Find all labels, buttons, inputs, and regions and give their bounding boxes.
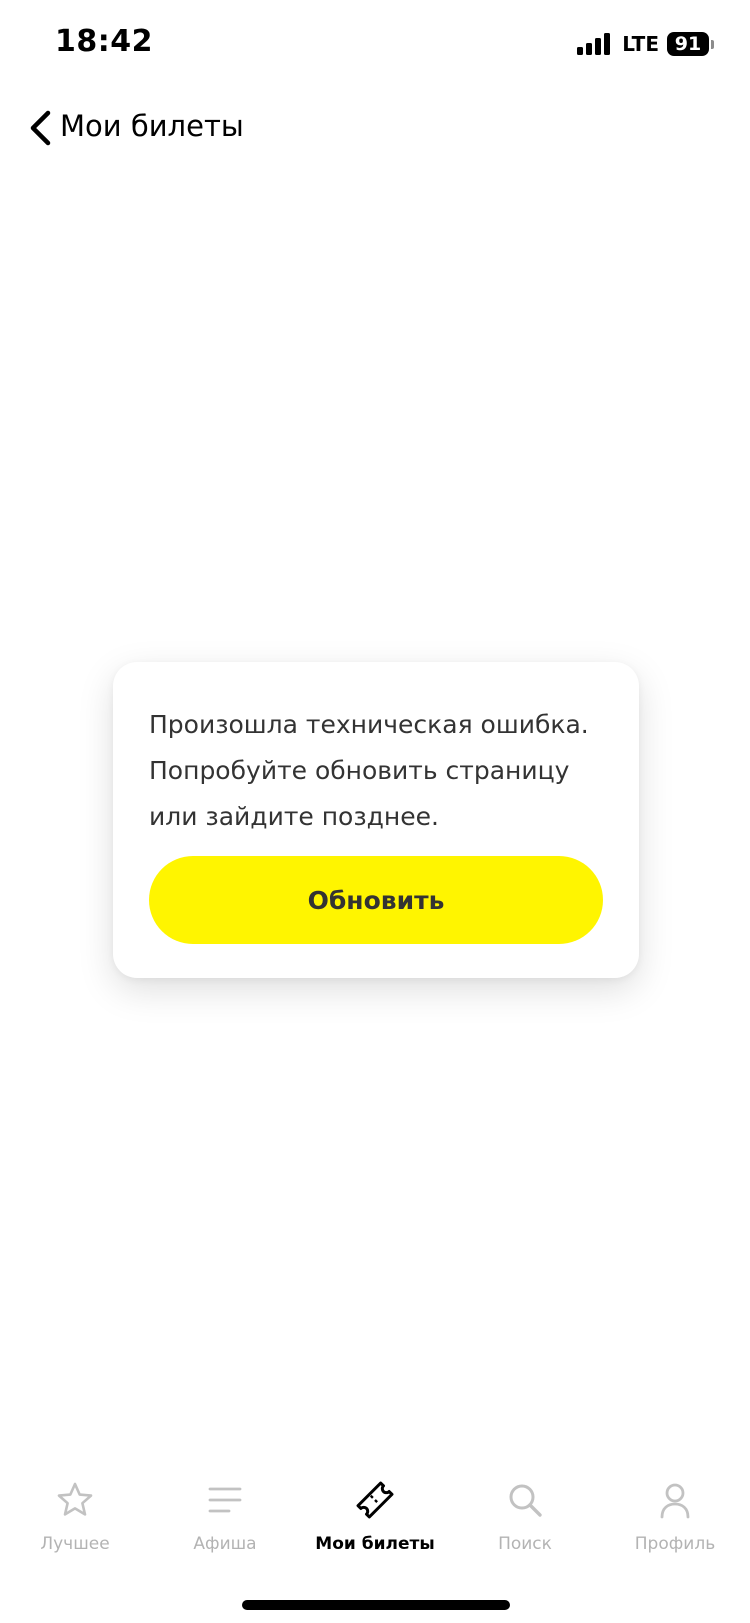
tab-label: Афиша	[193, 1534, 257, 1554]
tab-search[interactable]: Поиск	[450, 1470, 600, 1570]
ticket-icon	[353, 1478, 397, 1522]
network-type: LTE	[622, 32, 659, 56]
profile-icon	[653, 1478, 697, 1522]
refresh-button[interactable]: Обновить	[149, 856, 603, 944]
tab-my-tickets[interactable]: Мои билеты	[300, 1470, 450, 1570]
chevron-left-icon	[30, 110, 51, 146]
tab-best[interactable]: Лучшее	[0, 1470, 150, 1570]
tab-afisha[interactable]: Афиша	[150, 1470, 300, 1570]
status-bar: 18:42 LTE 91	[0, 0, 750, 90]
back-button[interactable]	[18, 103, 62, 153]
tab-label: Лучшее	[40, 1534, 110, 1554]
signal-icon	[577, 33, 611, 55]
search-icon	[503, 1478, 547, 1522]
home-indicator[interactable]	[242, 1600, 510, 1610]
list-icon	[203, 1478, 247, 1522]
tab-label: Профиль	[634, 1534, 716, 1554]
error-message: Произошла техническая ошибка. Попробуйте…	[149, 710, 589, 831]
status-indicators: LTE 91	[577, 32, 714, 56]
tab-bar: Лучшее Афиша Мои билеты Поиск Профиль	[0, 1470, 750, 1580]
tab-profile[interactable]: Профиль	[600, 1470, 750, 1570]
tab-label: Поиск	[498, 1534, 552, 1554]
header: Мои билеты	[0, 95, 750, 161]
star-icon	[53, 1478, 97, 1522]
tab-label: Мои билеты	[315, 1534, 435, 1554]
battery-icon: 91	[667, 32, 714, 56]
error-card: Произошла техническая ошибка. Попробуйте…	[113, 662, 639, 978]
page-title: Мои билеты	[60, 109, 244, 143]
status-time: 18:42	[55, 24, 153, 59]
battery-level: 91	[667, 32, 709, 56]
